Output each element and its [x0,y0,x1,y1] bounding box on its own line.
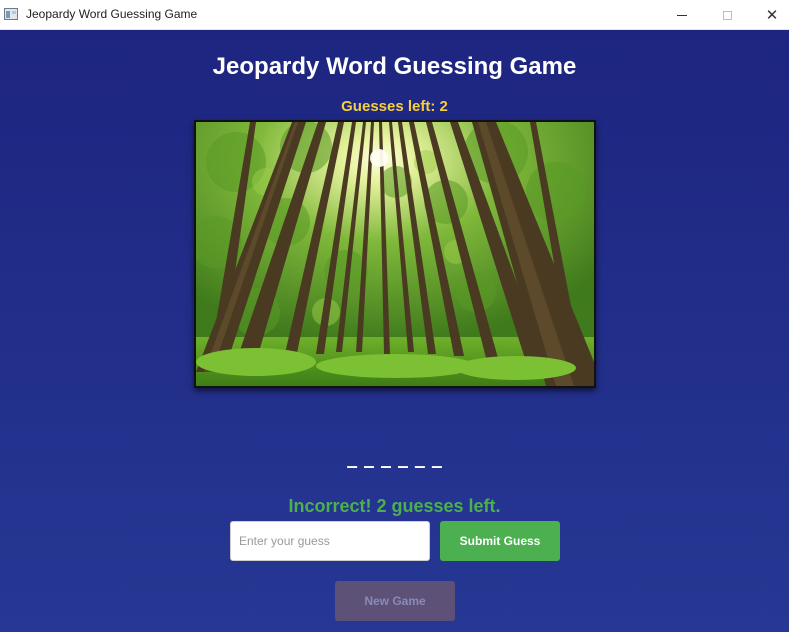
minimize-button[interactable] [659,0,705,30]
submit-guess-button[interactable]: Submit Guess [440,521,560,561]
minimize-icon [677,14,687,16]
clue-image [194,120,596,388]
word-blanks: _ _ _ _ _ _ [347,444,442,468]
close-button[interactable]: ✕ [749,0,789,30]
app-window-icon [4,8,18,20]
feedback-message: Incorrect! 2 guesses left. [288,496,501,516]
window-title-bar: Jeopardy Word Guessing Game ✕ [0,0,789,30]
maximize-button[interactable] [704,0,750,30]
window-title: Jeopardy Word Guessing Game [26,7,198,21]
guesses-left-label: Guesses left: 2 [341,98,448,115]
game-title: Jeopardy Word Guessing Game [212,53,577,80]
guess-input[interactable] [230,521,430,561]
new-game-button[interactable]: New Game [335,581,455,621]
maximize-icon [722,10,732,20]
forest-photo-icon [196,122,594,386]
game-panel: Jeopardy Word Guessing Game Guesses left… [0,30,789,632]
close-icon: ✕ [765,5,779,24]
